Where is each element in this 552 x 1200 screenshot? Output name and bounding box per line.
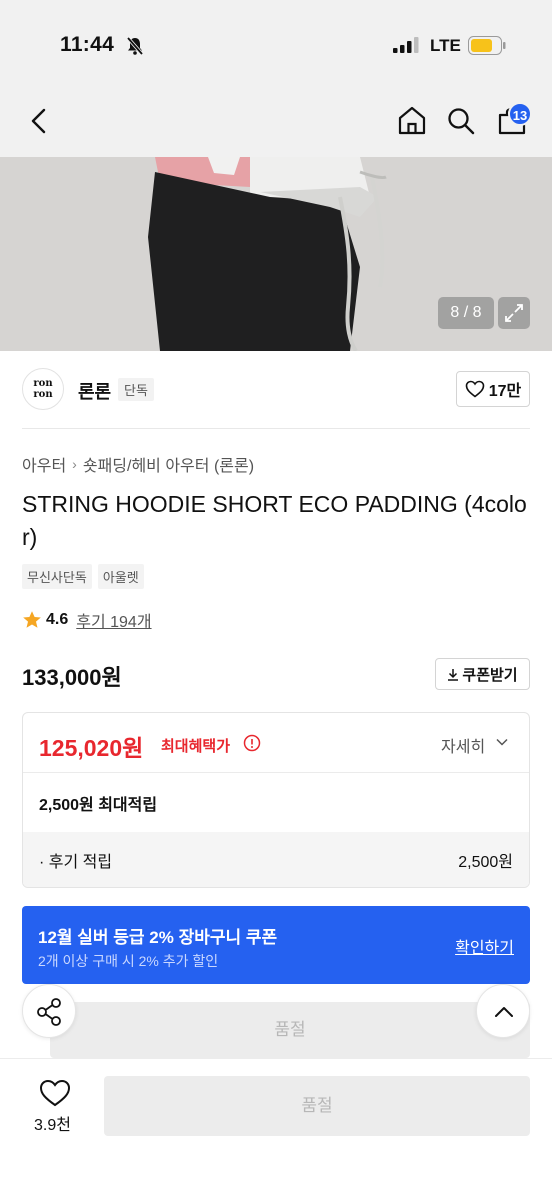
benefit-box: 125,020원 최대혜택가 자세히 2,500원 최대적립 · 후기 적립 2…	[22, 712, 530, 888]
cart-coupon-banner[interactable]: 12월 실버 등급 2% 장바구니 쿠폰 2개 이상 구매 시 2% 추가 할인…	[22, 906, 530, 984]
image-counter: 8 / 8	[438, 297, 494, 329]
bell-muted-icon	[126, 36, 144, 56]
network-label: LTE	[430, 36, 461, 55]
promo-confirm-link[interactable]: 확인하기	[455, 934, 514, 958]
product-tags: 무신사단독 아울렛	[22, 564, 144, 589]
review-points-label: · 후기 적립	[39, 854, 113, 871]
brand-name[interactable]: 론론	[78, 378, 111, 404]
chevron-down-icon[interactable]	[495, 735, 509, 749]
promo-subtitle: 2개 이상 구매 시 2% 추가 할인	[38, 953, 219, 969]
home-icon[interactable]	[396, 104, 428, 136]
search-icon[interactable]	[446, 106, 476, 136]
product-price: 133,000원	[22, 665, 122, 690]
brand-like-button[interactable]: 17만	[456, 371, 530, 407]
battery-icon	[468, 36, 506, 55]
breadcrumb-subcategory[interactable]: 숏패딩/헤비 아우터 (론론)	[83, 458, 254, 475]
benefit-detail-toggle[interactable]: 자세히	[441, 733, 485, 757]
cart-count-badge: 13	[508, 102, 532, 126]
favorite-count: 3.9천	[34, 1117, 71, 1134]
coupon-download-button[interactable]: 쿠폰받기	[435, 658, 530, 690]
max-points: 2,500원 최대적립	[39, 797, 158, 814]
brand-like-count: 17만	[488, 383, 522, 400]
coupon-label: 쿠폰받기	[462, 666, 518, 684]
review-count-link[interactable]: 후기 194개	[76, 608, 151, 632]
rating-score: 4.6	[46, 611, 69, 628]
divider	[23, 772, 529, 773]
share-button[interactable]	[22, 984, 76, 1038]
tag-outlet: 아울렛	[97, 564, 144, 589]
soldout-inline-button: 품절	[50, 1002, 530, 1058]
back-icon[interactable]	[24, 104, 54, 138]
share-icon	[37, 998, 61, 1026]
brand-logo[interactable]: ron ron	[22, 368, 64, 410]
brand-logo-line-2: ron	[33, 389, 53, 400]
breadcrumb: 아우터 › 숏패딩/헤비 아우터 (론론)	[22, 452, 254, 476]
info-icon[interactable]	[243, 734, 261, 752]
review-points-amount: 2,500원	[458, 854, 513, 871]
signal-icon	[393, 37, 419, 53]
rating-row: 4.6 후기 194개	[22, 608, 152, 632]
heart-icon	[465, 380, 485, 398]
expand-icon[interactable]	[498, 297, 530, 329]
heart-icon[interactable]	[38, 1078, 72, 1108]
promo-title: 12월 실버 등급 2% 장바구니 쿠폰	[38, 928, 278, 947]
tag-exclusive: 무신사단독	[22, 564, 92, 589]
divider	[22, 428, 530, 429]
max-benefit-price: 125,020원	[39, 735, 144, 761]
scroll-top-button[interactable]	[476, 984, 530, 1038]
buy-button[interactable]: 품절	[104, 1076, 530, 1136]
breadcrumb-separator-icon: ›	[72, 456, 77, 472]
product-title: STRING HOODIE SHORT ECO PADDING (4color)	[22, 491, 527, 550]
brand-logo-line-1: ron	[33, 378, 53, 389]
status-time: 11:44	[60, 33, 115, 56]
download-icon	[448, 668, 459, 681]
brand-exclusive-tag: 단독	[118, 378, 154, 401]
breadcrumb-category[interactable]: 아우터	[22, 458, 66, 475]
chevron-up-icon	[495, 1007, 513, 1017]
max-benefit-label: 최대혜택가	[161, 738, 231, 755]
star-icon	[23, 611, 41, 628]
